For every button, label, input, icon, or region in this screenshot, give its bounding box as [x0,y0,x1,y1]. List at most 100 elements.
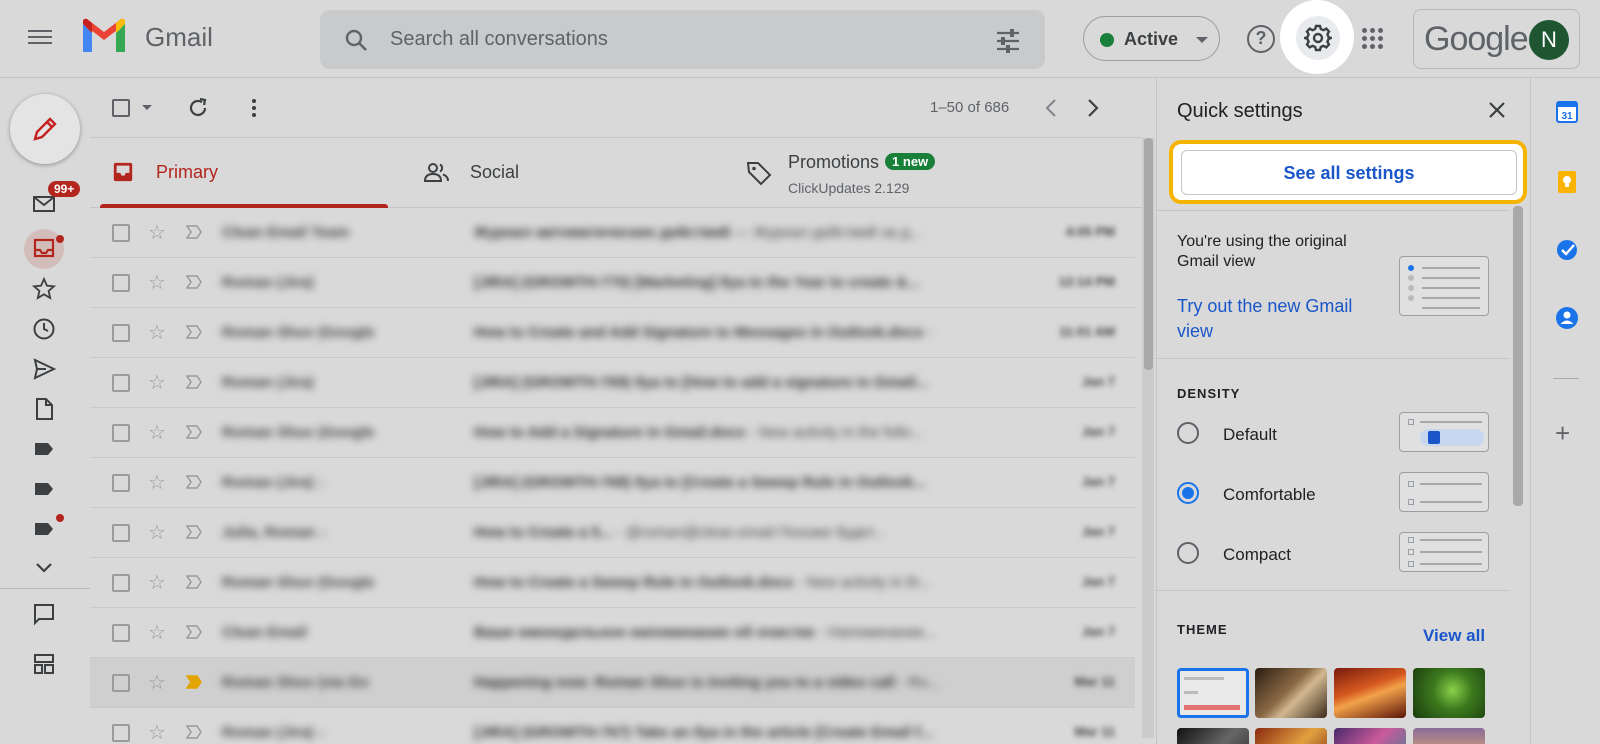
google-apps-icon[interactable] [1362,28,1384,50]
table-row[interactable]: ☆ Roman Shuv (via Go Happening now: Roman … [90,658,1135,708]
density-compact-radio[interactable] [1177,542,1199,564]
chat-icon[interactable] [32,602,56,626]
star-icon[interactable]: ☆ [148,270,166,295]
gear-icon[interactable] [1304,24,1332,52]
keep-icon[interactable] [1555,170,1579,194]
tab-promotions[interactable]: Promotions 1 new ClickUpdates 2.129 [730,138,1142,208]
help-icon[interactable]: ? [1247,25,1275,53]
chevron-right-icon[interactable] [1080,96,1104,120]
table-row[interactable]: ☆ Roman Shuv (Google How to Create a Sweep… [90,558,1135,608]
star-icon[interactable]: ☆ [148,420,166,445]
density-default-label[interactable]: Default [1223,425,1277,445]
density-default-radio[interactable] [1177,422,1199,444]
scrollbar-thumb[interactable] [1144,138,1153,370]
table-row[interactable]: ☆ Roman (Jira) ↓ [JIRA] (GROWTH-767) Take … [90,708,1135,744]
star-icon[interactable]: ☆ [148,370,166,395]
label-icon[interactable] [32,437,56,461]
star-icon[interactable]: ☆ [148,520,166,545]
select-options-icon[interactable] [142,105,152,110]
view-all-themes-link[interactable]: View all [1423,626,1485,646]
row-checkbox[interactable] [112,574,130,592]
important-marker-icon[interactable] [186,675,202,689]
theme-autumn-thumbnail[interactable] [1255,728,1327,744]
important-marker-icon[interactable] [186,625,202,639]
add-addon-icon[interactable]: + [1555,418,1570,449]
important-marker-icon[interactable] [186,225,202,239]
send-icon[interactable] [32,357,56,381]
label-icon[interactable] [32,517,56,541]
important-marker-icon[interactable] [186,575,202,589]
important-marker-icon[interactable] [186,375,202,389]
main-menu-icon[interactable] [28,26,52,50]
table-row[interactable]: ☆ Clean Email Team Журнал автоматических д… [90,208,1135,258]
close-icon[interactable] [1487,100,1507,120]
try-new-view-link[interactable]: Try out the new Gmail view [1177,294,1377,344]
select-all-checkbox[interactable] [112,99,130,117]
search-bar[interactable]: Search all conversations [320,10,1045,69]
important-marker-icon[interactable] [186,275,202,289]
tab-social[interactable]: Social [410,138,720,208]
theme-sunset-thumbnail[interactable] [1413,728,1485,744]
row-checkbox[interactable] [112,674,130,692]
row-checkbox[interactable] [112,374,130,392]
gmail-logo-icon[interactable] [80,18,128,56]
row-checkbox[interactable] [112,474,130,492]
avatar[interactable]: N [1529,20,1569,60]
important-marker-icon[interactable] [186,725,202,739]
more-vert-icon[interactable] [242,96,266,120]
status-dropdown[interactable]: Active [1083,16,1220,61]
row-checkbox[interactable] [112,274,130,292]
chevron-down-icon[interactable] [32,556,56,580]
table-row[interactable]: ☆ Roman (Jira) [JIRA] (GROWTH-769) Ilya to… [90,358,1135,408]
star-icon[interactable]: ☆ [148,570,166,595]
tab-primary[interactable]: Primary [90,138,400,208]
row-checkbox[interactable] [112,724,130,742]
table-row[interactable]: ☆ Clean Email Ваше еженедельное напоминани… [90,608,1135,658]
inbox-icon[interactable] [32,237,56,261]
compose-button[interactable] [10,94,80,164]
table-row[interactable]: ☆ Roman (Jira) [JIRA] (GROWTH-770) [Market… [90,258,1135,308]
density-comfortable-label[interactable]: Comfortable [1223,485,1316,505]
star-icon[interactable]: ☆ [148,220,166,245]
search-icon[interactable] [344,28,368,52]
important-marker-icon[interactable] [186,475,202,489]
row-checkbox[interactable] [112,324,130,342]
row-checkbox[interactable] [112,624,130,642]
clock-icon[interactable] [32,317,56,341]
contacts-icon[interactable] [1555,306,1579,330]
star-icon[interactable]: ☆ [148,620,166,645]
row-checkbox[interactable] [112,524,130,542]
theme-chess-thumbnail[interactable] [1255,668,1327,718]
theme-leaf-thumbnail[interactable] [1413,668,1485,718]
theme-default-thumbnail[interactable] [1177,668,1249,718]
star-icon[interactable]: ☆ [148,320,166,345]
refresh-icon[interactable] [186,96,210,120]
search-options-icon[interactable] [995,28,1021,54]
label-icon[interactable] [32,477,56,501]
draft-icon[interactable] [32,397,56,421]
spaces-icon[interactable] [32,652,56,676]
tasks-icon[interactable] [1555,238,1579,262]
important-marker-icon[interactable] [186,425,202,439]
calendar-icon[interactable]: 31 [1555,100,1579,124]
table-row[interactable]: ☆ Julia, Roman ↓ How to Create a 5... - @r… [90,508,1135,558]
theme-canyon-thumbnail[interactable] [1334,668,1406,718]
important-marker-icon[interactable] [186,525,202,539]
important-marker-icon[interactable] [186,325,202,339]
density-compact-label[interactable]: Compact [1223,545,1291,565]
search-input[interactable]: Search all conversations [390,28,608,51]
panel-scrollbar[interactable] [1513,206,1523,506]
theme-abstract-thumbnail[interactable] [1177,728,1249,744]
star-icon[interactable]: ☆ [148,670,166,695]
table-row[interactable]: ☆ Roman Shuv (Google How to Create and Add… [90,308,1135,358]
see-all-settings-button[interactable]: See all settings [1181,150,1517,195]
table-row[interactable]: ☆ Roman (Jira) ↓ [JIRA] (GROWTH-768) Ilya … [90,458,1135,508]
mail-list-scrollbar[interactable] [1142,138,1154,738]
row-checkbox[interactable] [112,424,130,442]
theme-colorful-thumbnail[interactable] [1334,728,1406,744]
account-switcher[interactable]: Google N [1413,9,1580,69]
row-checkbox[interactable] [112,224,130,242]
chevron-left-icon[interactable] [1040,96,1064,120]
table-row[interactable]: ☆ Roman Shuv (Google How to Add a Signatur… [90,408,1135,458]
star-icon[interactable]: ☆ [148,470,166,495]
